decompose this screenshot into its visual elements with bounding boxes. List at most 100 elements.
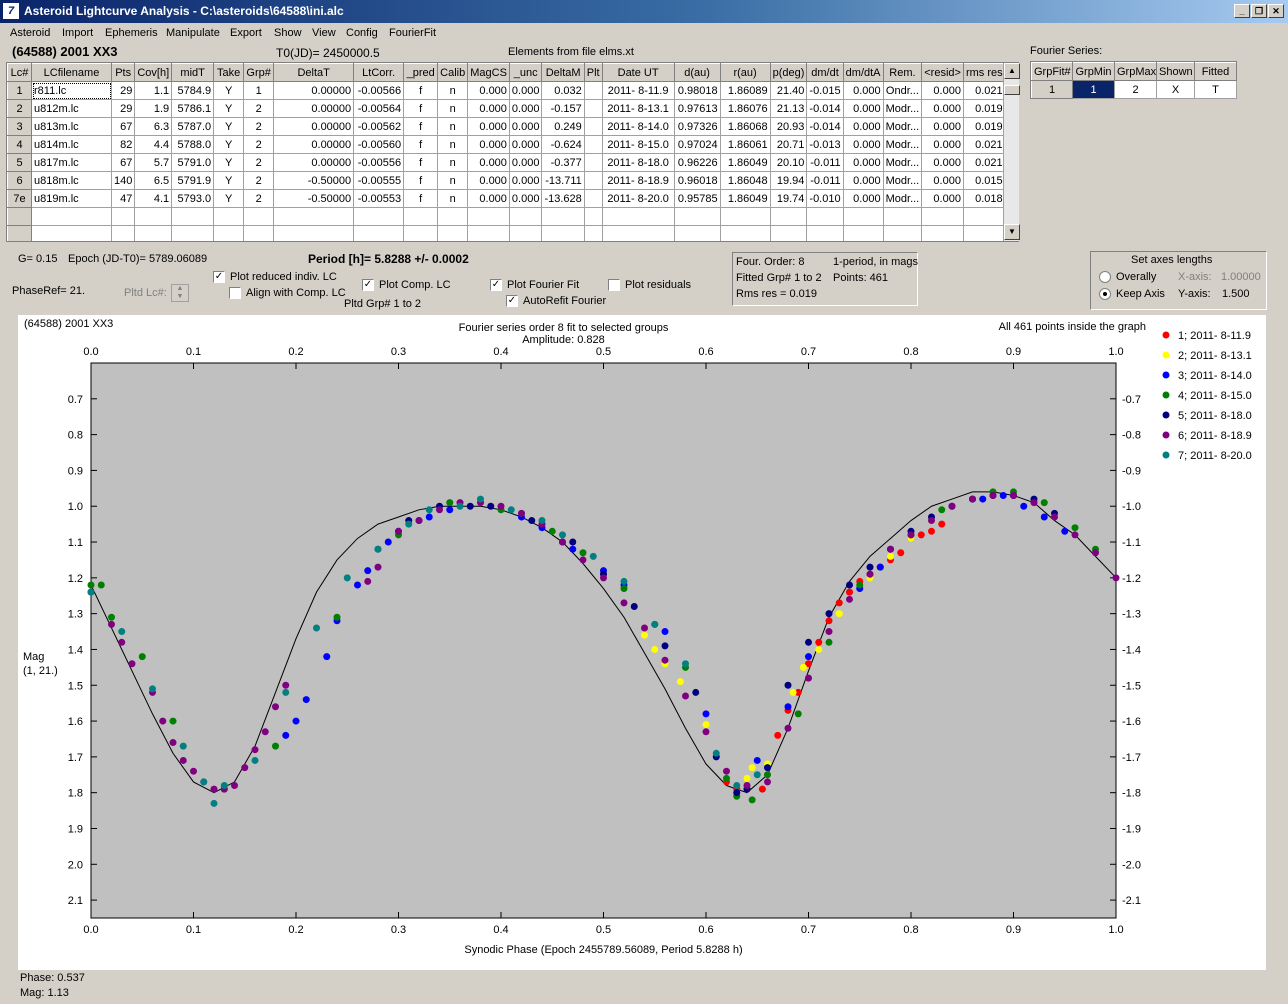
- table-cell[interactable]: Modr...: [882, 135, 923, 154]
- table-cell[interactable]: [273, 225, 355, 241]
- overally-radio[interactable]: Overally: [1099, 271, 1156, 284]
- table-row[interactable]: 2 u812m.lc 29 1.9 5786.1 Y 2 0.00000 -0.00564 f n 0…: [7, 99, 1006, 118]
- table-cell[interactable]: Modr...: [882, 189, 923, 208]
- plot-area[interactable]: [90, 362, 1117, 919]
- table-cell[interactable]: 2011- 8-15.0: [601, 135, 675, 154]
- table-cell[interactable]: 0.95785: [673, 189, 721, 208]
- table-cell[interactable]: [353, 207, 405, 226]
- fourier-cell-grpmax[interactable]: 2: [1114, 80, 1157, 99]
- table-cell[interactable]: n: [437, 135, 469, 154]
- fourier-col-grpfit[interactable]: GrpFit#: [1031, 62, 1073, 81]
- table-cell[interactable]: -0.00556: [353, 153, 405, 172]
- table-cell[interactable]: 0.00000: [273, 117, 355, 136]
- table-cell[interactable]: 0.000: [508, 171, 543, 190]
- table-cell[interactable]: f: [403, 81, 439, 100]
- table-cell[interactable]: [673, 225, 721, 241]
- table-cell[interactable]: [882, 225, 923, 241]
- table-cell[interactable]: Y: [213, 99, 245, 118]
- table-cell[interactable]: [842, 207, 884, 226]
- table-cell[interactable]: 0.000: [467, 153, 510, 172]
- table-cell[interactable]: [583, 207, 603, 226]
- table-cell[interactable]: 4.4: [134, 135, 173, 154]
- table-cell[interactable]: 0.000: [921, 135, 964, 154]
- table-cell[interactable]: 2: [243, 99, 275, 118]
- table-cell[interactable]: [583, 117, 603, 136]
- table-cell[interactable]: [110, 225, 136, 241]
- column-header[interactable]: <resid>: [921, 63, 964, 82]
- table-row[interactable]: 7e u819m.lc 47 4.1 5793.0 Y 2 -0.50000 -0.00553 f…: [7, 189, 1006, 208]
- table-cell[interactable]: 21.40: [769, 81, 808, 100]
- table-row[interactable]: [7, 207, 1006, 226]
- table-cell[interactable]: [962, 225, 1006, 241]
- table-cell[interactable]: [583, 189, 603, 208]
- column-header[interactable]: DeltaT: [273, 63, 355, 82]
- table-cell[interactable]: [171, 225, 215, 241]
- table-cell[interactable]: -0.011: [806, 153, 844, 172]
- table-cell[interactable]: 6.5: [134, 171, 173, 190]
- autorefit-checkbox[interactable]: ✓ AutoRefit Fourier: [506, 295, 606, 308]
- table-cell[interactable]: 5784.9: [171, 81, 215, 100]
- column-header[interactable]: Grp#: [243, 63, 275, 82]
- table-cell[interactable]: 82: [110, 135, 136, 154]
- table-cell[interactable]: -0.00562: [353, 117, 405, 136]
- fourier-col-shown[interactable]: Shown: [1156, 62, 1195, 81]
- restore-button[interactable]: ❐: [1251, 4, 1267, 18]
- row-header-cell[interactable]: 6: [7, 171, 32, 190]
- table-cell[interactable]: 2011- 8-11.9: [601, 81, 675, 100]
- table-cell[interactable]: [882, 207, 923, 226]
- table-cell[interactable]: 0.000: [842, 135, 884, 154]
- lightcurve-chart[interactable]: 0.0 0.0 0.1 0.1 0.2 0.2 0.3 0.3 0.4 0.4 0.5 0.5 0.6 0…: [18, 315, 1266, 970]
- table-cell[interactable]: 0.018: [962, 189, 1006, 208]
- table-cell[interactable]: 21.13: [769, 99, 808, 118]
- close-button[interactable]: ✕: [1268, 4, 1284, 18]
- menu-config[interactable]: Config: [346, 27, 378, 39]
- table-cell[interactable]: -0.157: [541, 99, 585, 118]
- table-cell[interactable]: 0.96226: [673, 153, 721, 172]
- column-header[interactable]: DeltaM: [541, 63, 585, 82]
- column-header[interactable]: Rem.: [882, 63, 923, 82]
- table-cell[interactable]: 29: [110, 99, 136, 118]
- column-header[interactable]: Date UT: [601, 63, 675, 82]
- table-cell[interactable]: u819m.lc: [31, 189, 112, 208]
- table-cell[interactable]: 0.019: [962, 99, 1006, 118]
- menu-asteroid[interactable]: Asteroid: [10, 27, 50, 39]
- row-header-cell[interactable]: 7e: [7, 189, 32, 208]
- table-cell[interactable]: 5793.0: [171, 189, 215, 208]
- table-cell[interactable]: 1.86049: [719, 153, 771, 172]
- table-cell[interactable]: 1.86049: [719, 189, 771, 208]
- table-cell[interactable]: 0.019: [962, 117, 1006, 136]
- table-cell[interactable]: [171, 207, 215, 226]
- row-header-cell[interactable]: [7, 225, 32, 241]
- table-row[interactable]: 6 u818m.lc 140 6.5 5791.9 Y 2 -0.50000 -0.00555 f…: [7, 171, 1006, 190]
- table-cell[interactable]: 0.00000: [273, 153, 355, 172]
- table-cell[interactable]: [437, 207, 469, 226]
- table-cell[interactable]: [769, 225, 808, 241]
- table-cell[interactable]: [806, 225, 844, 241]
- scroll-up-arrow-icon[interactable]: ▲: [1004, 63, 1020, 79]
- column-header[interactable]: Lc#: [7, 63, 32, 82]
- table-cell[interactable]: Y: [213, 171, 245, 190]
- xaxis-value[interactable]: 1.00000: [1221, 271, 1261, 283]
- table-cell[interactable]: 0.000: [508, 81, 543, 100]
- table-cell[interactable]: [134, 207, 173, 226]
- table-cell[interactable]: 5791.9: [171, 171, 215, 190]
- table-cell[interactable]: [213, 207, 245, 226]
- column-header[interactable]: Calib: [437, 63, 469, 82]
- table-cell[interactable]: 0.015: [962, 171, 1006, 190]
- table-cell[interactable]: -13.628: [541, 189, 585, 208]
- table-cell[interactable]: 0.000: [842, 189, 884, 208]
- table-cell[interactable]: Modr...: [882, 153, 923, 172]
- table-cell[interactable]: f: [403, 99, 439, 118]
- table-cell[interactable]: 5791.0: [171, 153, 215, 172]
- table-cell[interactable]: [508, 207, 543, 226]
- table-cell[interactable]: 2011- 8-13.1: [601, 99, 675, 118]
- table-cell[interactable]: [601, 207, 675, 226]
- fourier-cell-shown[interactable]: X: [1156, 80, 1195, 99]
- table-cell[interactable]: [673, 207, 721, 226]
- table-cell[interactable]: 0.000: [508, 189, 543, 208]
- table-cell[interactable]: [110, 207, 136, 226]
- column-header[interactable]: LCfilename: [31, 63, 112, 82]
- table-scrollbar[interactable]: ▲ ▼: [1003, 63, 1020, 241]
- table-cell[interactable]: 2011- 8-18.9: [601, 171, 675, 190]
- table-cell[interactable]: 0.000: [842, 171, 884, 190]
